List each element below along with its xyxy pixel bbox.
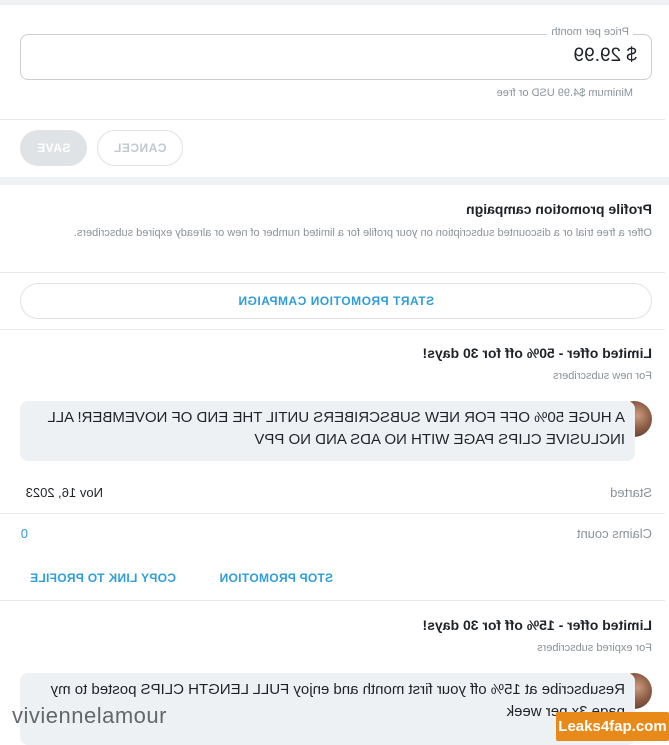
offer-audience: For new subscribers	[552, 370, 652, 382]
section-separator	[0, 177, 669, 185]
price-hint: Minimum $4.99 USD or free	[496, 87, 633, 99]
watermark-text: viviennelamour	[12, 703, 167, 728]
promotion-description: Offer a free trial or a discounted subsc…	[73, 227, 652, 239]
started-label: Started	[610, 485, 652, 500]
price-field-label: Price per month	[547, 26, 633, 38]
offer-audience: For expired subscribers	[537, 642, 652, 654]
settings-page: Price per month $ 29.99 Minimum $4.99 US…	[0, 0, 669, 745]
copy-link-button[interactable]: COPY LINK TO PROFILE	[30, 571, 176, 585]
divider	[0, 272, 665, 273]
start-promotion-button[interactable]: START PROMOTION CAMPAIGN	[20, 283, 652, 319]
offer-title: Limited offer - 50% off for 30 days!	[422, 345, 652, 361]
claims-count-value: 0	[20, 526, 28, 541]
stop-promotion-button[interactable]: STOP PROMOTION	[219, 571, 333, 585]
divider	[0, 329, 665, 330]
started-value: Nov 16, 2023	[25, 485, 103, 500]
top-separator	[0, 0, 669, 5]
promotion-title: Profile promotion campaign	[466, 201, 652, 217]
price-field[interactable]	[20, 34, 652, 80]
divider	[0, 119, 665, 120]
watermark-badge: Leaks4fap.com	[556, 712, 669, 741]
divider	[0, 600, 665, 601]
divider	[0, 513, 665, 514]
save-button[interactable]: SAVE	[20, 130, 87, 166]
cancel-button[interactable]: CANCEL	[97, 130, 183, 166]
claims-count-label: Claims count	[576, 526, 652, 541]
offer-title: Limited offer - 15% off for 30 days!	[422, 617, 652, 633]
price-field-value[interactable]: $ 29.99	[574, 45, 637, 67]
offer-message: A HUGE 50% OFF FOR NEW SUBSCRIBERS UNTIL…	[20, 401, 635, 461]
